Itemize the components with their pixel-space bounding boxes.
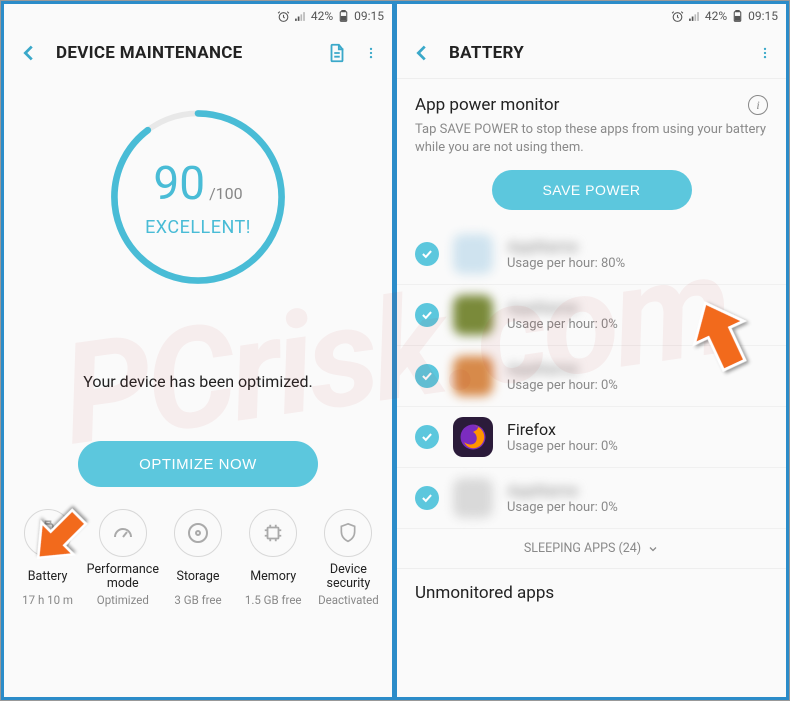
checkbox-checked[interactable] <box>415 303 439 327</box>
sleeping-apps-row[interactable]: SLEEPING APPS (24) <box>397 529 786 569</box>
app-bar: DEVICE MAINTENANCE <box>4 28 392 78</box>
battery-icon <box>337 10 350 23</box>
app-usage: Usage per hour: 0% <box>507 317 768 332</box>
app-row[interactable]: FirefoxUsage per hour: 0% <box>397 407 786 468</box>
alarm-icon <box>671 10 684 23</box>
app-icon <box>453 356 493 396</box>
cat-battery[interactable]: Battery 17 h 10 m <box>10 509 85 607</box>
app-bar: BATTERY <box>397 28 786 78</box>
status-bar: 42% 09:15 <box>397 4 786 28</box>
app-icon <box>453 295 493 335</box>
checkbox-checked[interactable] <box>415 486 439 510</box>
page-title: DEVICE MAINTENANCE <box>56 43 310 63</box>
app-row[interactable]: AppNameUsage per hour: 0% <box>397 346 786 407</box>
checkbox-checked[interactable] <box>415 364 439 388</box>
chevron-down-icon <box>647 543 659 555</box>
cat-performance[interactable]: Performance mode Optimized <box>85 509 160 607</box>
score-max: /100 <box>209 184 243 203</box>
app-usage: Usage per hour: 80% <box>507 256 768 271</box>
battery-pct: 42% <box>705 9 727 23</box>
alarm-icon <box>277 10 290 23</box>
battery-icon <box>731 10 744 23</box>
phone-left: 42% 09:15 DEVICE MAINTENANCE 90 /100 <box>1 1 395 700</box>
app-row[interactable]: AppNameUsage per hour: 0% <box>397 285 786 346</box>
checkbox-checked[interactable] <box>415 242 439 266</box>
phone-right: 42% 09:15 BATTERY App power monitor i Ta… <box>395 1 789 700</box>
signal-icon <box>294 10 307 23</box>
info-icon[interactable]: i <box>748 95 768 115</box>
score-value: 90 <box>153 157 205 211</box>
optimize-now-button[interactable]: OPTIMIZE NOW <box>78 441 318 487</box>
app-usage: Usage per hour: 0% <box>507 500 768 515</box>
checkbox-checked[interactable] <box>415 425 439 449</box>
gauge-icon <box>99 509 147 557</box>
section-title: App power monitor <box>415 95 748 115</box>
overflow-menu[interactable] <box>758 42 772 64</box>
status-bar: 42% 09:15 <box>4 4 392 28</box>
cat-storage[interactable]: Storage 3 GB free <box>160 509 235 607</box>
app-name: AppName <box>507 298 768 317</box>
app-info: AppNameUsage per hour: 80% <box>507 237 768 271</box>
app-name: AppName <box>507 359 768 378</box>
app-icon <box>453 478 493 518</box>
app-row[interactable]: AppNameUsage per hour: 0% <box>397 468 786 529</box>
app-name: AppName <box>507 481 768 500</box>
score-word: EXCELLENT! <box>145 217 251 238</box>
shield-icon <box>324 509 372 557</box>
list-icon[interactable] <box>326 42 348 64</box>
page-title: BATTERY <box>449 43 742 63</box>
cat-security[interactable]: Device security Deactivated <box>311 509 386 607</box>
app-list: AppNameUsage per hour: 80%AppNameUsage p… <box>397 224 786 529</box>
score-section: 90 /100 EXCELLENT! <box>4 78 392 292</box>
section-header: App power monitor i <box>397 79 786 119</box>
app-usage: Usage per hour: 0% <box>507 378 768 393</box>
app-info: AppNameUsage per hour: 0% <box>507 298 768 332</box>
overflow-menu[interactable] <box>364 42 378 64</box>
disc-icon <box>174 509 222 557</box>
optimized-message: Your device has been optimized. <box>4 372 392 391</box>
section-subtitle: Tap SAVE POWER to stop these apps from u… <box>397 119 786 156</box>
save-power-button[interactable]: SAVE POWER <box>492 170 692 210</box>
clock-time: 09:15 <box>748 9 778 23</box>
unmonitored-heading: Unmonitored apps <box>397 569 786 605</box>
app-usage: Usage per hour: 0% <box>507 439 768 454</box>
battery-outline-icon <box>24 509 72 557</box>
app-row[interactable]: AppNameUsage per hour: 80% <box>397 224 786 285</box>
score-ring: 90 /100 EXCELLENT! <box>103 102 293 292</box>
app-icon <box>453 417 493 457</box>
back-button[interactable] <box>411 42 433 64</box>
back-button[interactable] <box>18 42 40 64</box>
battery-pct: 42% <box>311 9 333 23</box>
category-row: Battery 17 h 10 m Performance mode Optim… <box>4 491 392 617</box>
app-icon <box>453 234 493 274</box>
app-info: AppNameUsage per hour: 0% <box>507 359 768 393</box>
app-info: FirefoxUsage per hour: 0% <box>507 420 768 454</box>
app-info: AppNameUsage per hour: 0% <box>507 481 768 515</box>
app-name: AppName <box>507 237 768 256</box>
clock-time: 09:15 <box>354 9 384 23</box>
chip-icon <box>249 509 297 557</box>
cat-memory[interactable]: Memory 1.5 GB free <box>236 509 311 607</box>
signal-icon <box>688 10 701 23</box>
app-name: Firefox <box>507 420 768 439</box>
